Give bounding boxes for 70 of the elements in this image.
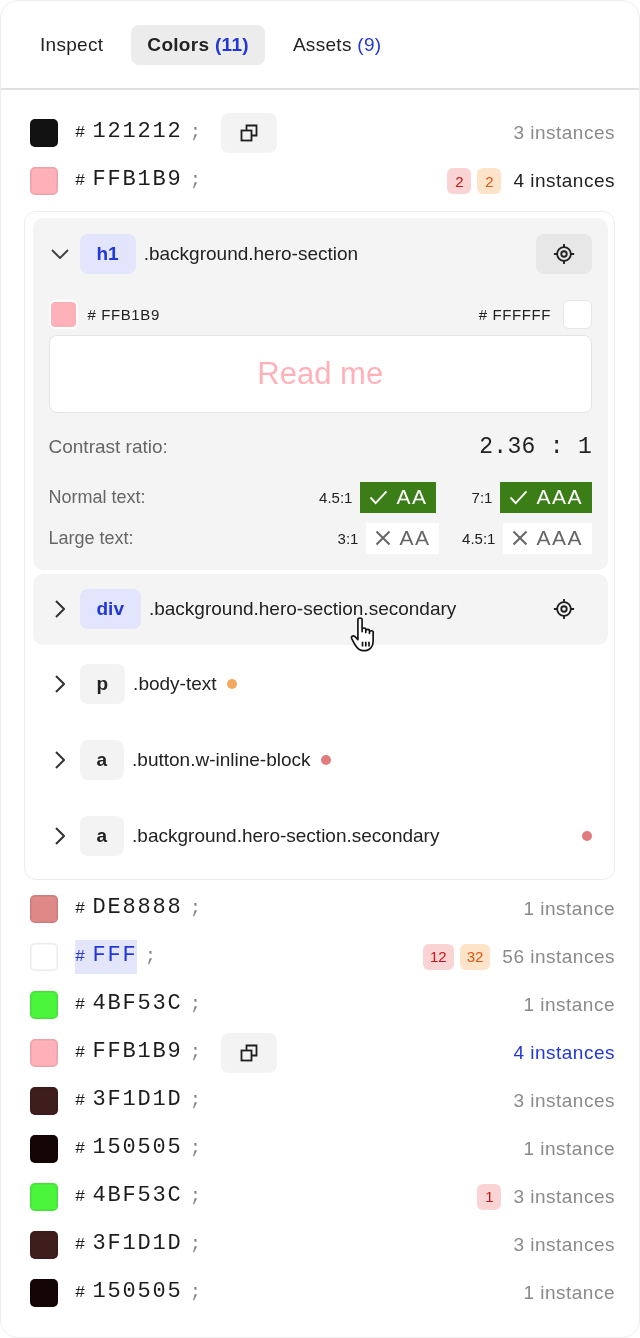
sample-text: Read me bbox=[257, 355, 384, 392]
chevron-icon[interactable] bbox=[50, 248, 69, 259]
copy-icon bbox=[240, 1043, 259, 1062]
target-button[interactable] bbox=[536, 233, 592, 274]
selector-text: .background.hero-section bbox=[143, 242, 359, 265]
level-text: AAA bbox=[536, 526, 583, 550]
count-badge: 32 bbox=[459, 943, 491, 970]
instance-count: 3 instances bbox=[513, 122, 615, 144]
tag-label: div bbox=[79, 589, 141, 629]
hex-code: # 150505 ; bbox=[75, 1133, 202, 1162]
hex-code: # 3F1D1D ; bbox=[75, 1085, 202, 1114]
hex-code: # FFFFFF bbox=[478, 305, 551, 323]
instance-count: 3 instances bbox=[513, 1089, 615, 1112]
hex-code: # FFB1B9 bbox=[87, 305, 160, 323]
chevron-icon[interactable] bbox=[54, 750, 65, 769]
tab[interactable]: Inspect bbox=[24, 24, 120, 65]
instance-count: 56 instances bbox=[502, 945, 615, 968]
check-label: Normal text: bbox=[48, 486, 147, 508]
tag-label: a bbox=[79, 815, 125, 856]
chevron-icon[interactable] bbox=[54, 600, 65, 618]
selector-text: .button.w-inline-block bbox=[132, 748, 311, 771]
hex-code: # FFB1B9 ; bbox=[75, 166, 202, 194]
ratio-text: 3:1 bbox=[336, 529, 359, 547]
hex-code: # DE8888 ; bbox=[75, 893, 202, 922]
cross-icon bbox=[375, 530, 392, 546]
target-icon bbox=[553, 242, 575, 265]
instance-count: 1 instance bbox=[523, 1137, 615, 1160]
tag-label: h1 bbox=[79, 233, 136, 274]
count-badge: 1 bbox=[477, 1183, 502, 1210]
check-icon bbox=[369, 489, 389, 505]
target-icon[interactable] bbox=[553, 598, 575, 620]
count-badge: 2 bbox=[447, 168, 472, 194]
tag-label: p bbox=[79, 663, 126, 704]
instance-count: 1 instance bbox=[523, 897, 615, 920]
instance-count: 3 instances bbox=[513, 1233, 615, 1256]
level-text: AA bbox=[399, 526, 431, 550]
copy-button[interactable] bbox=[221, 113, 278, 153]
selector-text: .background.hero-section.secondary bbox=[148, 598, 457, 620]
tag-label: a bbox=[79, 739, 125, 780]
count-badge: 12 bbox=[422, 943, 454, 970]
selector-text: .background.hero-section.secondary bbox=[132, 824, 440, 847]
instance-count[interactable]: 4 instances bbox=[513, 1041, 615, 1064]
check-label: Large text: bbox=[48, 527, 135, 549]
ratio-text: 7:1 bbox=[470, 488, 493, 506]
tab[interactable]: Colors (11) bbox=[131, 24, 265, 65]
instance-count: 3 instances bbox=[513, 1185, 615, 1208]
chevron-icon[interactable] bbox=[54, 674, 65, 693]
check-icon bbox=[509, 489, 529, 505]
instance-count: 1 instance bbox=[523, 1281, 615, 1304]
copy-icon bbox=[240, 124, 259, 142]
hex-code: # 4BF53C ; bbox=[75, 989, 202, 1018]
instance-count: 1 instance bbox=[523, 993, 615, 1016]
selector-text: .body-text bbox=[133, 672, 217, 695]
level-text: AA bbox=[396, 485, 428, 509]
hex-code: # 150505 ; bbox=[75, 1277, 202, 1306]
copy-button[interactable] bbox=[221, 1032, 278, 1073]
contrast-label: Contrast ratio: bbox=[48, 435, 168, 458]
cross-icon bbox=[512, 530, 529, 546]
contrast-value: 2.36 : 1 bbox=[479, 433, 592, 460]
instance-count: 4 instances bbox=[513, 170, 615, 192]
hex-code: # 4BF53C ; bbox=[75, 1181, 202, 1210]
ratio-text: 4.5:1 bbox=[461, 529, 496, 547]
ratio-text: 4.5:1 bbox=[318, 488, 353, 506]
hex-code: # FFB1B9 ; bbox=[75, 1037, 202, 1066]
count-badge: 2 bbox=[477, 168, 502, 194]
tab[interactable]: Assets (9) bbox=[276, 24, 398, 65]
chevron-icon[interactable] bbox=[54, 826, 65, 845]
hex-code: # 121212 ; bbox=[75, 118, 202, 146]
level-text: AAA bbox=[536, 485, 583, 509]
hex-code: # 3F1D1D ; bbox=[75, 1229, 202, 1258]
